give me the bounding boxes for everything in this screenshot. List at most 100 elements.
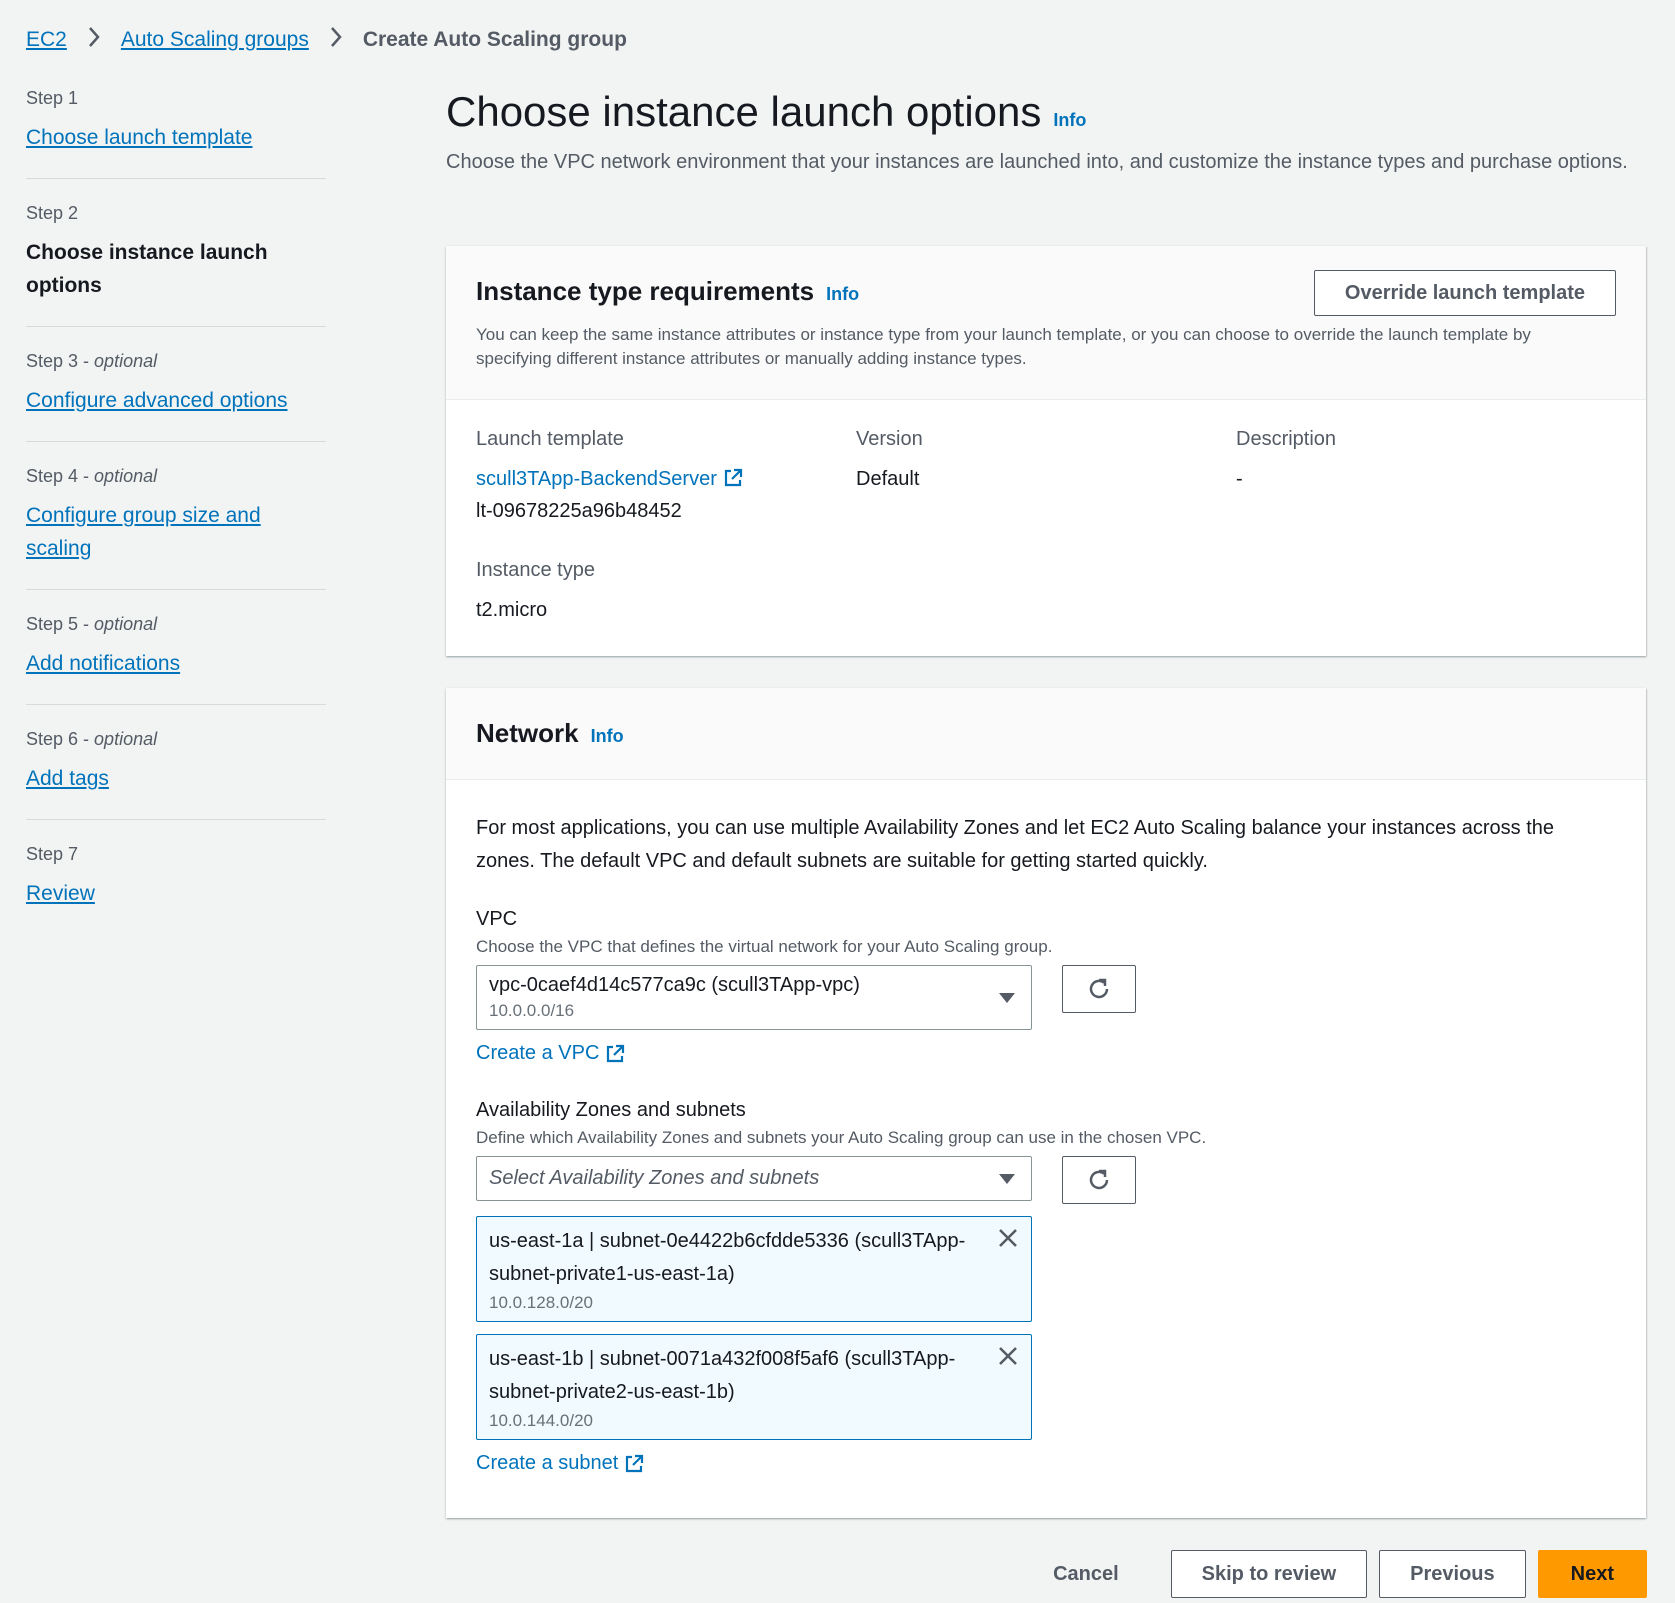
step-number: Step 7: [26, 844, 79, 864]
external-link-icon: [724, 468, 742, 487]
step-link-configure-advanced-options[interactable]: Configure advanced options: [26, 389, 288, 412]
chevron-right-icon: [87, 26, 101, 54]
create-subnet-link[interactable]: Create a subnet: [476, 1452, 644, 1475]
page-description: Choose the VPC network environment that …: [446, 151, 1628, 173]
az-description: Define which Availability Zones and subn…: [476, 1128, 1207, 1147]
wizard-step-5: Step 5 - optional Add notifications: [26, 614, 326, 705]
network-intro: For most applications, you can use multi…: [476, 817, 1554, 872]
az-select-row: Select Availability Zones and subnets: [476, 1156, 1616, 1204]
az-select[interactable]: Select Availability Zones and subnets: [476, 1156, 1032, 1201]
create-vpc-text: Create a VPC: [476, 1042, 600, 1064]
launch-template-link[interactable]: scull3TApp-BackendServer: [476, 468, 743, 490]
wizard-step-1: Step 1 Choose launch template: [26, 88, 326, 179]
network-panel: Network Info For most applications, you …: [446, 688, 1646, 1518]
vpc-cidr: 10.0.0.0/16: [489, 1001, 575, 1020]
subnet-token: us-east-1b | subnet-0071a432f008f5af6 (s…: [476, 1334, 1032, 1440]
panel-title: Network Info: [476, 718, 1616, 749]
step-link-add-notifications[interactable]: Add notifications: [26, 652, 180, 675]
launch-template-name: scull3TApp-BackendServer: [476, 468, 717, 490]
wizard-step-7: Step 7 Review: [26, 844, 326, 934]
description-column: Description -: [1236, 428, 1616, 527]
az-refresh-button[interactable]: [1062, 1156, 1136, 1204]
step-number: Step 1: [26, 88, 79, 108]
wizard-step-4: Step 4 - optional Configure group size a…: [26, 466, 326, 590]
close-icon[interactable]: [997, 1345, 1019, 1372]
step-current-title: Choose instance launch options: [26, 241, 268, 297]
panel-title-text: Instance type requirements: [476, 276, 815, 306]
launch-template-value: scull3TApp-BackendServer: [476, 463, 856, 495]
step-number: Step 6 - optional: [26, 729, 158, 749]
breadcrumb-ec2[interactable]: EC2: [26, 28, 67, 52]
vpc-selected-value: vpc-0caef4d14c577ca9c (scull3TApp-vpc): [489, 974, 860, 996]
info-link[interactable]: Info: [591, 726, 624, 747]
vpc-description: Choose the VPC that defines the virtual …: [476, 937, 1053, 956]
launch-template-details: Launch template scull3TApp-BackendServer…: [476, 428, 1616, 527]
breadcrumb-auto-scaling-groups[interactable]: Auto Scaling groups: [121, 28, 309, 52]
step-number: Step 2: [26, 203, 79, 223]
page-header: Choose instance launch options Info Choo…: [446, 88, 1646, 179]
refresh-icon: [1089, 1169, 1109, 1190]
wizard-step-6: Step 6 - optional Add tags: [26, 729, 326, 820]
panel-body: Launch template scull3TApp-BackendServer…: [446, 400, 1646, 656]
close-icon[interactable]: [997, 1227, 1019, 1254]
skip-to-review-button[interactable]: Skip to review: [1170, 1550, 1368, 1598]
step-link-add-tags[interactable]: Add tags: [26, 767, 109, 790]
description-label: Description: [1236, 428, 1337, 450]
vpc-refresh-button[interactable]: [1062, 965, 1136, 1013]
external-link-icon: [626, 1454, 644, 1472]
override-launch-template-button[interactable]: Override launch template: [1313, 270, 1616, 316]
launch-template-id: lt-09678225a96b48452: [476, 500, 682, 522]
launch-template-label: Launch template: [476, 428, 624, 450]
instance-type-label: Instance type: [476, 559, 595, 581]
step-link-configure-group-size[interactable]: Configure group size and scaling: [26, 499, 276, 565]
external-link-icon: [607, 1044, 625, 1062]
vpc-label: VPC: [476, 908, 518, 930]
refresh-icon: [1089, 978, 1109, 999]
page-title: Choose instance launch options Info: [446, 88, 1646, 136]
step-link-choose-launch-template[interactable]: Choose launch template: [26, 126, 252, 149]
panel-header: Instance type requirements Info Override…: [446, 246, 1646, 400]
version-label: Version: [856, 428, 923, 450]
step-link-review[interactable]: Review: [26, 882, 95, 905]
az-placeholder: Select Availability Zones and subnets: [489, 1167, 820, 1189]
launch-template-column: Launch template scull3TApp-BackendServer…: [476, 428, 856, 527]
wizard-steps: Step 1 Choose launch template Step 2 Cho…: [26, 88, 326, 958]
instance-type-section: Instance type t2.micro: [476, 559, 1616, 626]
subnet-name: us-east-1b | subnet-0071a432f008f5af6 (s…: [489, 1348, 956, 1403]
subnet-token: us-east-1a | subnet-0e4422b6cfdde5336 (s…: [476, 1216, 1032, 1322]
version-value: Default: [856, 468, 920, 490]
panel-description: You can keep the same instance attribute…: [476, 325, 1531, 368]
az-field: Availability Zones and subnets Define wh…: [476, 1099, 1616, 1475]
az-label: Availability Zones and subnets: [476, 1099, 746, 1121]
step-number: Step 4 - optional: [26, 466, 158, 486]
step-number: Step 3 - optional: [26, 351, 158, 371]
wizard-step-3: Step 3 - optional Configure advanced opt…: [26, 351, 326, 442]
vpc-select[interactable]: vpc-0caef4d14c577ca9c (scull3TApp-vpc) 1…: [476, 965, 1032, 1030]
description-value: -: [1236, 468, 1243, 490]
subnet-name: us-east-1a | subnet-0e4422b6cfdde5336 (s…: [489, 1230, 966, 1285]
step-number: Step 5 - optional: [26, 614, 158, 634]
create-vpc-link[interactable]: Create a VPC: [476, 1042, 625, 1065]
previous-button[interactable]: Previous: [1379, 1550, 1526, 1598]
wizard-step-2: Step 2 Choose instance launch options: [26, 203, 326, 327]
info-link[interactable]: Info: [1053, 110, 1086, 131]
subnet-cidr: 10.0.128.0/20: [489, 1293, 593, 1312]
panel-body: For most applications, you can use multi…: [446, 780, 1646, 1505]
panel-title-text: Network: [476, 718, 579, 748]
caret-down-icon: [999, 1173, 1015, 1184]
panel-header: Network Info: [446, 688, 1646, 780]
version-column: Version Default: [856, 428, 1236, 527]
page-title-text: Choose instance launch options: [446, 88, 1042, 135]
next-button[interactable]: Next: [1537, 1550, 1647, 1598]
caret-down-icon: [999, 992, 1015, 1003]
vpc-select-row: vpc-0caef4d14c577ca9c (scull3TApp-vpc) 1…: [476, 965, 1616, 1030]
subnet-cidr: 10.0.144.0/20: [489, 1411, 593, 1430]
breadcrumb-current: Create Auto Scaling group: [362, 28, 627, 51]
info-link[interactable]: Info: [826, 284, 859, 305]
instance-type-panel: Instance type requirements Info Override…: [446, 246, 1646, 656]
vpc-field: VPC Choose the VPC that defines the virt…: [476, 908, 1616, 1065]
cancel-button[interactable]: Cancel: [1013, 1550, 1159, 1598]
chevron-right-icon: [329, 26, 343, 54]
instance-type-value: t2.micro: [476, 599, 548, 621]
breadcrumb: EC2 Auto Scaling groups Create Auto Scal…: [26, 26, 627, 54]
